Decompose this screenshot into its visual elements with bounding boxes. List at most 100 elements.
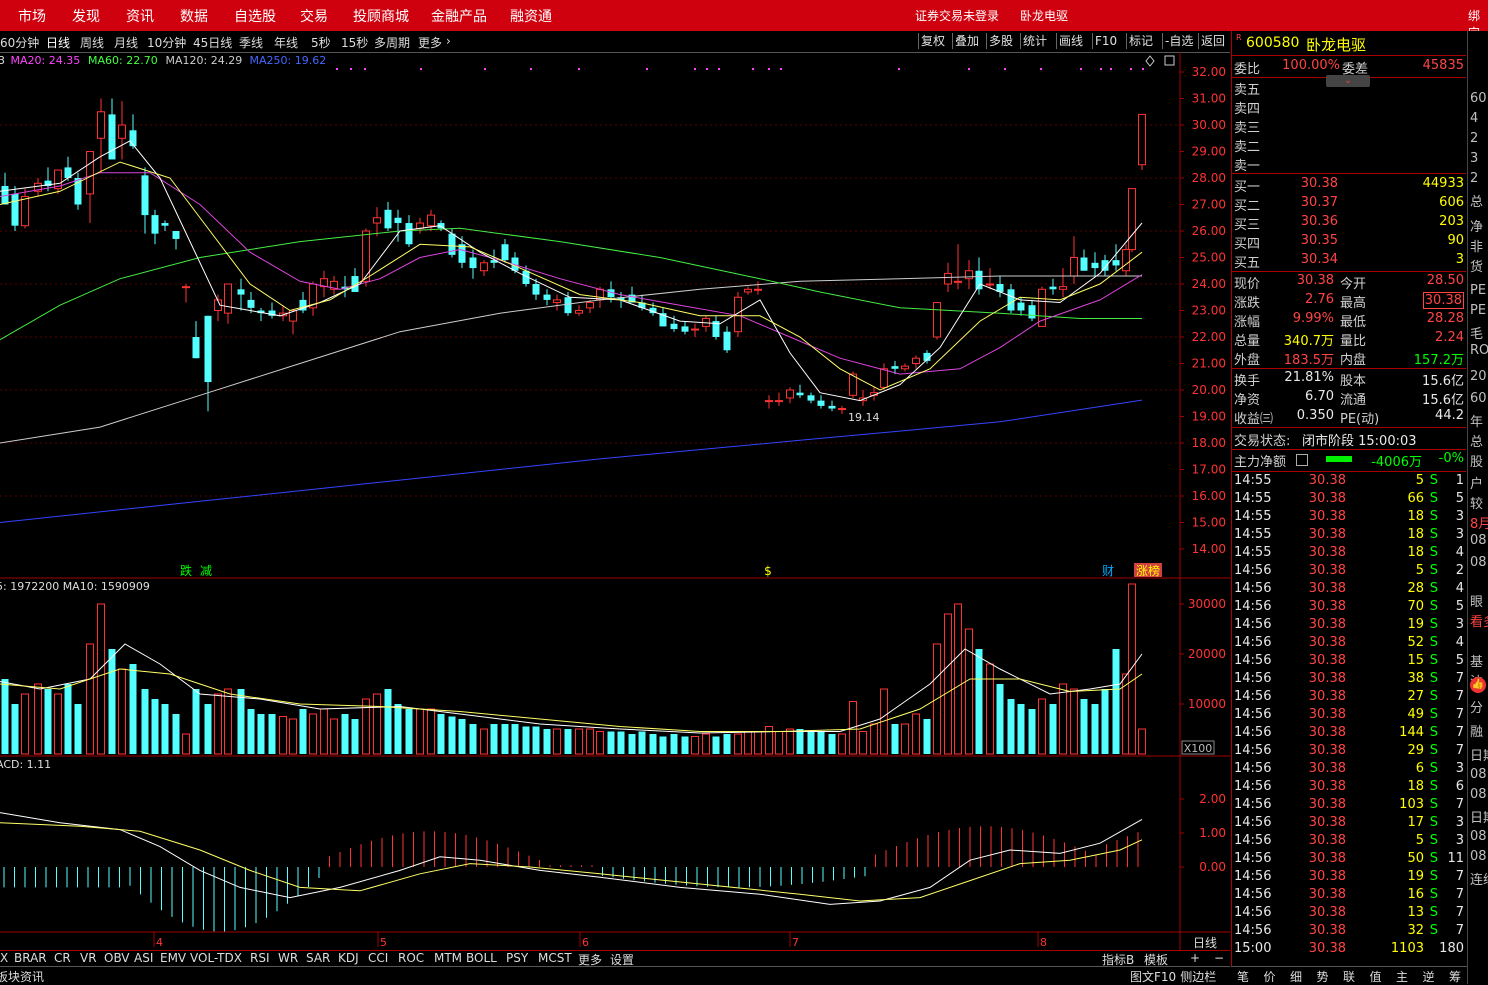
nav-item-8[interactable]: 融资通 — [510, 6, 552, 26]
nav-item-6[interactable]: 投顾商城 — [353, 6, 409, 26]
thumbs-up-icon[interactable]: 👍 — [1470, 677, 1486, 693]
indicator-tab-0[interactable]: X — [0, 951, 8, 965]
indicator-tab-8[interactable]: RSI — [250, 951, 270, 965]
toolbar-button-4[interactable]: 画线 — [1056, 33, 1085, 49]
period-tab-5[interactable]: 45日线 — [193, 34, 232, 51]
candle-body — [501, 244, 509, 261]
x-axis-label: 5 — [380, 936, 387, 949]
status-right-btn-0[interactable]: 图文F10 — [1130, 970, 1176, 984]
sell-row-0[interactable]: 卖五 — [1232, 79, 1466, 98]
price-tick-label: 29.00 — [1192, 145, 1226, 159]
buy-row-0[interactable]: 买一 30.38 44933 — [1232, 176, 1466, 195]
toolbar-button-3[interactable]: 统计 — [1020, 33, 1049, 49]
volume-bar — [279, 716, 287, 755]
volume-bar — [501, 724, 509, 754]
quote-tab-3[interactable]: 势 — [1317, 968, 1329, 985]
toolbar-button-7[interactable]: -自选 — [1162, 33, 1195, 49]
period-tab-11[interactable]: 更多 — [418, 34, 442, 51]
nav-item-5[interactable]: 交易 — [300, 6, 328, 26]
volume-bar — [257, 714, 265, 754]
weibi-row: 委比 100.00% 委差 45835 — [1234, 58, 1464, 77]
quote-tab-7[interactable]: 逆 — [1423, 968, 1435, 985]
signal-dot — [364, 68, 366, 70]
sell-row-3[interactable]: 卖二 — [1232, 136, 1466, 155]
status-right-btn-1[interactable]: 侧边栏 — [1180, 970, 1216, 984]
side-item-11: 毛 — [1470, 327, 1484, 342]
period-tab-1[interactable]: 日线 — [46, 34, 70, 51]
indicator-tab-13[interactable]: ROC — [398, 951, 424, 965]
toolbar-button-5[interactable]: F10 — [1092, 33, 1119, 49]
buy-row-2[interactable]: 买三 30.36 203 — [1232, 214, 1466, 233]
quote-tab-8[interactable]: 筹 — [1449, 968, 1461, 985]
indicator-tab-7[interactable]: VOL-TDX — [190, 951, 242, 965]
indicator-tab-1[interactable]: BRAR — [14, 951, 47, 965]
candle-body — [172, 231, 180, 239]
sell-row-2[interactable]: 卖三 — [1232, 117, 1466, 136]
period-tab-2[interactable]: 周线 — [80, 34, 104, 51]
quote-tab-1[interactable]: 价 — [1264, 968, 1276, 985]
period-tab-6[interactable]: 季线 — [239, 34, 263, 51]
sector-info-link[interactable]: 板块资讯 — [0, 968, 44, 985]
indicator-tab-9[interactable]: WR — [278, 951, 298, 965]
indicator-tab-14[interactable]: MTM — [434, 951, 462, 965]
main-flow-row[interactable]: 主力净额 -4006万 -0% — [1232, 451, 1466, 470]
indicator-tab-3[interactable]: VR — [80, 951, 97, 965]
period-tab-9[interactable]: 15秒 — [341, 34, 368, 51]
indicator-tab-2[interactable]: CR — [54, 951, 71, 965]
toolbar-button-8[interactable]: 返回 — [1198, 33, 1227, 49]
macd-legend: ACD: 1.11 — [0, 758, 51, 771]
quote-tab-6[interactable]: 主 — [1396, 968, 1408, 985]
volume-bar — [586, 728, 594, 755]
chart-area[interactable]: 32.00 31.00 30.00 29.00 28.00 27.00 26.00 25.00… — [0, 52, 1230, 950]
period-tab-4[interactable]: 10分钟 — [147, 34, 186, 51]
toolbar-button-2[interactable]: 多股 — [986, 33, 1015, 49]
toolbar-button-6[interactable]: 标记 — [1126, 33, 1155, 49]
kline-svg[interactable]: 32.0031.0030.0029.0028.0027.0026.0025.00… — [0, 52, 1230, 950]
sell-row-4[interactable]: 卖一 — [1232, 155, 1466, 174]
tick-row: 15:00 30.38 1103 180 — [1234, 941, 1464, 956]
indicator-tab-16[interactable]: PSY — [506, 951, 528, 965]
indicator-tab-4[interactable]: OBV — [104, 951, 130, 965]
indicator-tab-17[interactable]: MCST — [538, 951, 572, 965]
candle-body — [786, 389, 794, 399]
volume-bar — [373, 693, 381, 755]
quote-tab-2[interactable]: 细 — [1290, 968, 1302, 985]
nav-item-0[interactable]: 市场 — [18, 6, 46, 26]
side-item-30: 日期 — [1470, 749, 1488, 764]
volume-bar — [247, 709, 255, 754]
quote-tab-5[interactable]: 值 — [1370, 968, 1382, 985]
nav-item-4[interactable]: 自选股 — [234, 6, 276, 26]
indicator-tab-10[interactable]: SAR — [306, 951, 330, 965]
buy-row-3[interactable]: 买四 30.35 90 — [1232, 233, 1466, 252]
side-item-28: 分 — [1470, 701, 1484, 716]
nav-item-1[interactable]: 发现 — [72, 6, 100, 26]
nav-item-7[interactable]: 金融产品 — [431, 6, 487, 26]
period-tab-10[interactable]: 多周期 — [374, 34, 410, 51]
toolbar-button-0[interactable]: 复权 — [918, 33, 947, 49]
tick-row: 14:56 30.38 103 S 7 — [1234, 797, 1464, 812]
period-tab-8[interactable]: 5秒 — [311, 34, 331, 51]
nav-item-3[interactable]: 数据 — [180, 6, 208, 26]
volume-bar — [859, 731, 867, 755]
login-status[interactable]: 证券交易未登录 — [915, 7, 999, 24]
buy-row-4[interactable]: 买五 30.34 3 — [1232, 252, 1466, 271]
period-tab-0[interactable]: 60分钟 — [0, 34, 39, 51]
toolbar-button-1[interactable]: 叠加 — [952, 33, 981, 49]
bottom-right-btn-2[interactable]: + — [1190, 951, 1200, 965]
nav-item-2[interactable]: 资讯 — [126, 6, 154, 26]
indicator-tab-5[interactable]: ASI — [134, 951, 153, 965]
chart-marker-4: 涨榜 — [1136, 563, 1160, 578]
buy-row-1[interactable]: 买二 30.37 606 — [1232, 195, 1466, 214]
indicator-tab-11[interactable]: KDJ — [338, 951, 359, 965]
quote-tab-0[interactable]: 笔 — [1237, 968, 1249, 985]
period-tab-7[interactable]: 年线 — [274, 34, 298, 51]
quote-tab-4[interactable]: 联 — [1343, 968, 1355, 985]
indicator-tab-12[interactable]: CCI — [368, 951, 388, 965]
period-tab-3[interactable]: 月线 — [114, 34, 138, 51]
indicator-tab-15[interactable]: BOLL — [466, 951, 497, 965]
sell-row-1[interactable]: 卖四 — [1232, 98, 1466, 117]
price-tick-label: 19.00 — [1192, 410, 1226, 424]
bottom-right-btn-3[interactable]: − — [1214, 951, 1224, 965]
indicator-tab-6[interactable]: EMV — [160, 951, 186, 965]
side-item-6: 净 — [1470, 220, 1484, 235]
